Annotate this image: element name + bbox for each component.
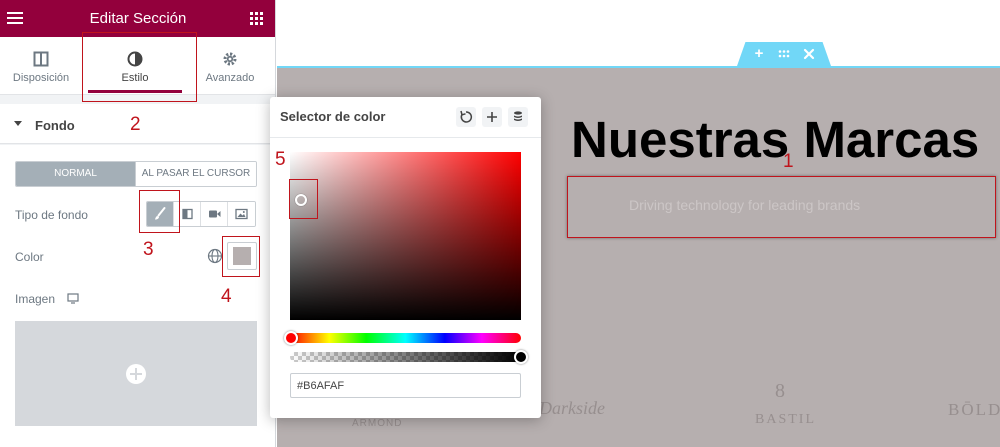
annotation-number-4: 4	[221, 286, 232, 307]
color-library-button[interactable]	[508, 107, 528, 127]
hue-slider-handle[interactable]	[284, 331, 298, 345]
background-type-label: Tipo de fondo	[15, 208, 88, 222]
state-switch: NORMAL AL PASAR EL CURSOR	[15, 161, 257, 187]
brand-logo-darkside: Darkside	[539, 398, 605, 418]
plus-icon	[487, 112, 497, 122]
add-global-color-button[interactable]	[482, 107, 502, 127]
color-picker-divider	[270, 137, 541, 138]
section-handle: +	[737, 42, 831, 66]
widgets-grid-icon[interactable]	[250, 12, 263, 25]
brand-logo-bold: BŌLD	[948, 400, 1000, 419]
database-icon	[514, 111, 522, 121]
reset-color-button[interactable]	[456, 107, 476, 127]
video-icon	[209, 210, 221, 218]
color-picker-title: Selector de color	[280, 109, 386, 124]
annotation-number-3: 3	[143, 239, 154, 260]
columns-icon	[33, 51, 49, 67]
annotation-box-3	[139, 190, 180, 233]
add-image-icon[interactable]	[126, 364, 146, 384]
opacity-slider[interactable]	[290, 350, 528, 364]
brand-logo-armond: ARMOND	[352, 418, 403, 429]
desktop-monitor-icon[interactable]	[67, 293, 79, 304]
annotation-box-5	[289, 179, 318, 219]
annotation-number-2: 2	[130, 114, 141, 135]
hex-color-input[interactable]	[290, 373, 521, 398]
annotation-box-4	[222, 236, 260, 277]
annotation-box-2	[82, 32, 197, 102]
color-picker-popup: Selector de color	[270, 97, 541, 418]
gear-icon	[223, 52, 237, 66]
tab-layout-label: Disposición	[12, 72, 70, 84]
opacity-slider-handle[interactable]	[514, 350, 528, 364]
tab-advanced-label: Avanzado	[205, 72, 255, 84]
state-hover-button[interactable]: AL PASAR EL CURSOR	[135, 162, 256, 186]
reset-icon	[460, 110, 473, 123]
section-title: Fondo	[35, 118, 75, 133]
delete-section-icon[interactable]	[800, 45, 818, 63]
tab-layout[interactable]: Disposición	[0, 37, 82, 95]
caret-down-icon	[14, 121, 22, 126]
move-section-icon[interactable]	[775, 45, 793, 63]
slideshow-icon	[235, 208, 248, 220]
add-section-icon[interactable]: +	[750, 45, 768, 63]
annotation-box-1	[567, 176, 996, 238]
annotation-number-1: 1	[783, 151, 794, 172]
hue-slider[interactable]	[284, 331, 521, 345]
bgtype-slideshow-button[interactable]	[228, 202, 255, 226]
bastil-logo-mark: 8	[775, 380, 785, 402]
color-label: Color	[15, 250, 44, 264]
panel-title: Editar Sección	[89, 10, 187, 27]
preview-heading[interactable]: Nuestras Marcas	[571, 110, 979, 169]
saturation-value-area[interactable]	[290, 152, 521, 320]
image-label: Imagen	[15, 292, 56, 306]
section-body: NORMAL AL PASAR EL CURSOR Tipo de fondo	[0, 145, 275, 447]
state-normal-button[interactable]: NORMAL	[16, 162, 135, 186]
brand-logo-bastil: BASTIL	[755, 412, 816, 427]
image-upload-area[interactable]	[15, 321, 257, 426]
tab-advanced[interactable]: Avanzado	[188, 37, 272, 95]
annotation-number-5: 5	[275, 149, 286, 170]
bgtype-video-button[interactable]	[201, 202, 228, 226]
